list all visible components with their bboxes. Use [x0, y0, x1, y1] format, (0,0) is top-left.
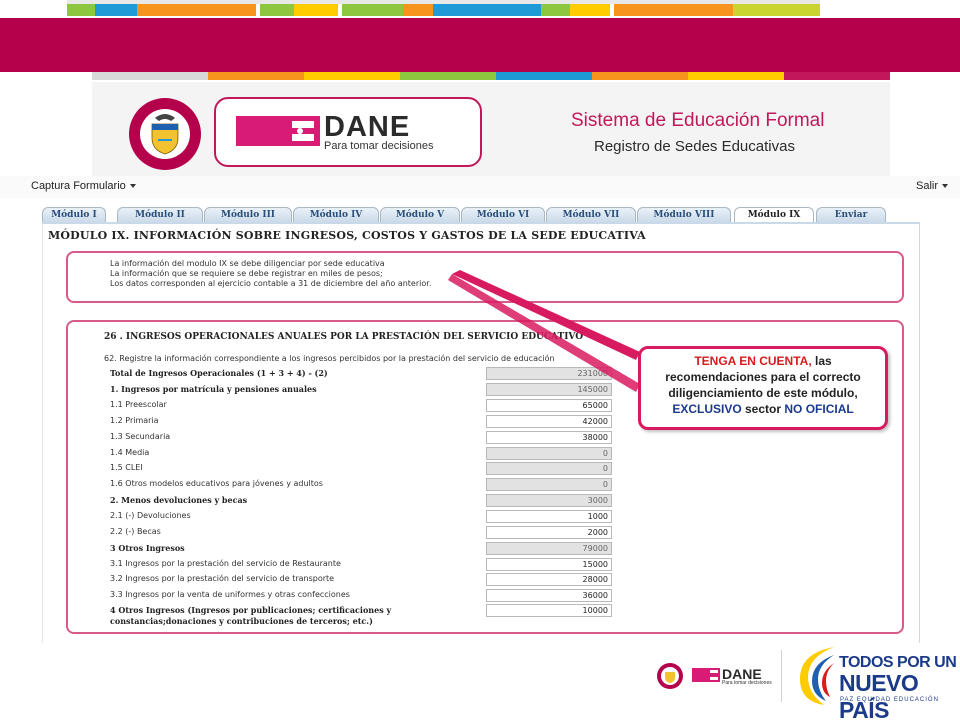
- footer-dane-logo: DANE Para tomar decisiones: [692, 665, 776, 689]
- row-value-field[interactable]: [486, 415, 612, 428]
- menu-bar: Captura Formulario Salir: [0, 176, 960, 198]
- form-row: 2.1 (-) Devoluciones: [110, 510, 612, 524]
- form-row: 2.2 (-) Becas: [110, 526, 612, 540]
- row-label: 3 Otros Ingresos: [110, 543, 185, 553]
- system-title: Sistema de Educación Formal: [571, 110, 825, 131]
- chevron-down-icon: [129, 184, 136, 189]
- row-value-field[interactable]: [486, 526, 612, 539]
- form-row: 1.1 Preescolar: [110, 399, 612, 413]
- info-line: La información del modulo IX se debe dil…: [110, 259, 385, 268]
- row-value-field[interactable]: [486, 367, 612, 380]
- module-tabs: Módulo I Módulo II Módulo III Módulo IV …: [42, 207, 912, 223]
- footer-divider: [781, 650, 782, 702]
- callout-highlight: NO OFICIAL: [784, 402, 854, 416]
- row-label: 1.4 Media: [110, 448, 150, 457]
- form-row: 3 Otros Ingresos: [110, 542, 612, 556]
- row-label: 1. Ingresos por matrícula y pensiones an…: [110, 384, 317, 394]
- menu-captura-label: Captura Formulario: [31, 180, 126, 192]
- form-row: 3.2 Ingresos por la prestación del servi…: [110, 573, 612, 587]
- info-line: Los datos corresponden al ejercicio cont…: [110, 279, 432, 288]
- row-label: 4 Otros Ingresos (Ingresos por publicaci…: [110, 605, 392, 626]
- row-value-field[interactable]: [486, 383, 612, 396]
- row-value-field[interactable]: [486, 447, 612, 460]
- row-value-field[interactable]: [486, 510, 612, 523]
- dane-logo-icon: [692, 668, 720, 682]
- row-value-field[interactable]: [486, 558, 612, 571]
- chevron-down-icon: [942, 184, 949, 189]
- row-label: 2.1 (-) Devoluciones: [110, 511, 191, 520]
- tab-modulo-viii[interactable]: Módulo VIII: [637, 207, 731, 223]
- tab-underline: [42, 222, 920, 224]
- callout-text: sector: [741, 402, 785, 416]
- top-color-stripe: [67, 4, 821, 16]
- form-row-total: Total de Ingresos Operacionales (1 + 3 +…: [110, 367, 612, 381]
- menu-salir[interactable]: Salir: [916, 180, 949, 192]
- form-row: 1. Ingresos por matrícula y pensiones an…: [110, 383, 612, 397]
- brand-band: [0, 4, 960, 72]
- menu-salir-label: Salir: [916, 180, 939, 192]
- menu-captura-formulario[interactable]: Captura Formulario: [31, 180, 136, 192]
- row-label: 2.2 (-) Becas: [110, 527, 161, 536]
- question-text: 62. Registre la información correspondie…: [104, 354, 555, 363]
- system-subtitle: Registro de Sedes Educativas: [594, 138, 795, 155]
- row-value-field[interactable]: [486, 399, 612, 412]
- tab-modulo-vi[interactable]: Módulo VI: [461, 207, 545, 223]
- callout-note: TENGA EN CUENTA, las recomendaciones par…: [638, 346, 888, 430]
- row-label: 1.2 Primaria: [110, 416, 159, 425]
- tab-modulo-iii[interactable]: Módulo III: [204, 207, 292, 223]
- row-label: 1.1 Preescolar: [110, 400, 167, 409]
- tab-modulo-i[interactable]: Módulo I: [42, 207, 106, 223]
- row-label: 1.5 CLEI: [110, 463, 143, 472]
- form-row: 3.1 Ingresos por la prestación del servi…: [110, 558, 612, 572]
- row-label: 2. Menos devoluciones y becas: [110, 495, 248, 505]
- header-color-stripe: [92, 72, 890, 80]
- tab-modulo-ii[interactable]: Módulo II: [117, 207, 203, 223]
- row-label: 3.1 Ingresos por la prestación del servi…: [110, 559, 341, 568]
- colombia-seal-icon: [129, 98, 201, 170]
- form-row: 1.4 Media: [110, 447, 612, 461]
- row-label: 1.6 Otros modelos educativos para jóvene…: [110, 479, 323, 488]
- info-box: La información del modulo IX se debe dil…: [66, 251, 904, 303]
- callout-highlight: EXCLUSIVO: [672, 402, 742, 416]
- form-row: 2. Menos devoluciones y becas: [110, 494, 612, 508]
- row-label: 3.2 Ingresos por la prestación del servi…: [110, 574, 335, 583]
- section-title: 26 . INGRESOS OPERACIONALES ANUALES POR …: [104, 332, 584, 342]
- info-line: La información que se requiere se debe r…: [110, 269, 383, 278]
- dane-tagline: Para tomar decisiones: [324, 140, 434, 152]
- form-row: 3.3 Ingresos por la venta de uniformes y…: [110, 589, 612, 603]
- row-label: 3.3 Ingresos por la venta de uniformes y…: [110, 590, 350, 599]
- form-row: 1.2 Primaria: [110, 415, 612, 429]
- form-row: 1.3 Secundaria: [110, 431, 612, 445]
- row-label: Total de Ingresos Operacionales (1 + 3 +…: [110, 368, 328, 378]
- tab-modulo-v[interactable]: Módulo V: [380, 207, 460, 223]
- nuevo-pais-logo-icon: [800, 647, 834, 705]
- dane-logo-box: DANE Para tomar decisiones: [214, 97, 482, 167]
- nuevo-pais-line3: PAZ EQUIDAD EDUCACIÓN: [840, 697, 939, 703]
- callout-highlight: TENGA EN CUENTA,: [694, 354, 812, 368]
- form-row: 1.5 CLEI: [110, 462, 612, 476]
- module-title: MÓDULO IX. INFORMACIÓN SOBRE INGRESOS, C…: [48, 229, 646, 242]
- tab-modulo-ix[interactable]: Módulo IX: [734, 207, 814, 223]
- row-label: 1.3 Secundaria: [110, 432, 171, 441]
- row-value-field[interactable]: [486, 589, 612, 602]
- row-value-field[interactable]: [486, 494, 612, 507]
- footer-dane-tagline: Para tomar decisiones: [722, 680, 772, 686]
- row-value-field[interactable]: [486, 462, 612, 475]
- tab-modulo-vii[interactable]: Módulo VII: [546, 207, 636, 223]
- form-row: 1.6 Otros modelos educativos para jóvene…: [110, 478, 612, 492]
- row-value-field[interactable]: [486, 478, 612, 491]
- row-value-field[interactable]: [486, 431, 612, 444]
- form-row: 4 Otros Ingresos (Ingresos por publicaci…: [110, 604, 612, 628]
- nuevo-pais-line2: NUEVO PAÍS: [839, 670, 919, 720]
- row-value-field[interactable]: [486, 542, 612, 555]
- tab-modulo-iv[interactable]: Módulo IV: [293, 207, 379, 223]
- row-value-field[interactable]: [486, 604, 612, 617]
- tab-enviar[interactable]: Enviar: [816, 207, 886, 223]
- colombia-seal-icon: [657, 663, 683, 689]
- row-value-field[interactable]: [486, 573, 612, 586]
- dane-logo-icon: [236, 116, 320, 146]
